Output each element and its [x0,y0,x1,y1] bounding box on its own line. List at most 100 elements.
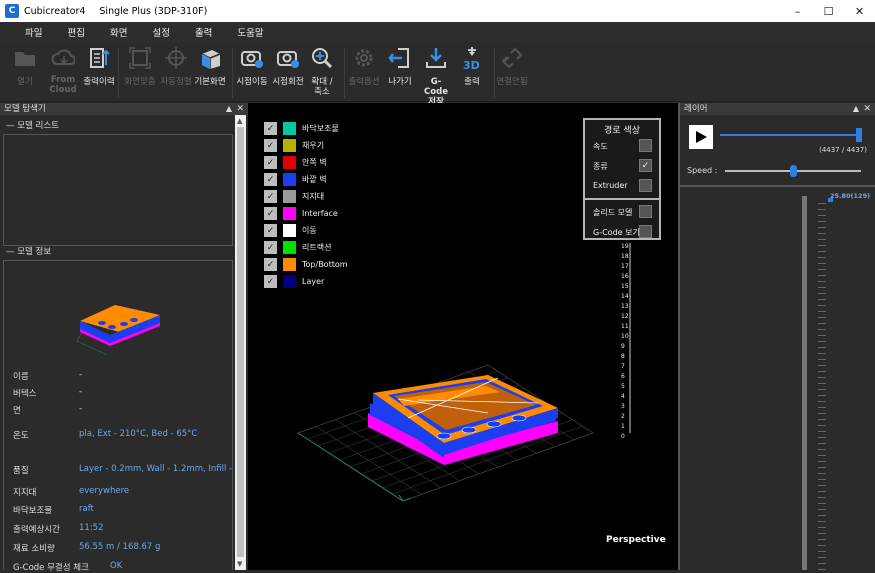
default-view-button[interactable]: 기본화면 [188,46,232,87]
checkbox-icon[interactable]: ✓ [264,275,277,288]
menu-view[interactable]: 화면 [110,25,127,39]
layer-tick [818,437,826,438]
checkbox-icon[interactable]: ✓ [264,241,277,254]
legend-item-outer-wall[interactable]: ✓ 바깥 벽 [264,173,327,186]
info-label-faces: 면 [13,406,21,416]
legend-item-interface[interactable]: ✓ Interface [264,207,338,220]
checkbox-icon[interactable]: ✓ [264,258,277,271]
layer-tick [818,539,826,540]
layer-tick [818,509,826,510]
info-value-vertex: - [79,387,83,397]
menu-settings[interactable]: 설정 [152,25,169,39]
layer-tick [818,311,826,312]
layer-tick [818,203,826,204]
layer-tick [818,485,826,486]
ruler-tick-label: 13 [621,303,629,310]
path-color-speed-checkbox[interactable] [639,139,652,152]
minimize-button[interactable]: – [782,0,813,22]
print-button[interactable]: 3D 출력 [450,46,494,87]
pin-icon[interactable]: ▲ [853,103,859,115]
legend-item-retraction[interactable]: ✓ 리트랙션 [264,241,331,254]
info-label-gcode-check: G-Code 무결성 체크 [13,563,89,573]
model-list[interactable] [3,134,233,246]
layer-slider-track[interactable] [802,196,807,570]
scroll-down-icon[interactable]: ▼ [237,560,242,568]
layer-tick [818,491,826,492]
path-color-extruder-label: Extruder [593,181,628,190]
layer-tick [818,461,826,462]
pin-icon[interactable]: ▲ [226,103,232,115]
layer-panel: 레이어 ▲ ✕ (4437 / 4437) Speed : 25.80(129) [678,103,875,570]
checkbox-icon[interactable]: ✓ [264,207,277,220]
layer-tick [818,209,826,210]
gcode-view-checkbox[interactable] [639,225,652,238]
checkbox-icon[interactable]: ✓ [264,173,277,186]
ruler-tick-label: 8 [621,353,625,360]
layer-tick [818,341,826,342]
close-panel-icon[interactable]: ✕ [236,103,244,115]
layer-tick [818,257,826,258]
3d-viewport[interactable]: ✓ 바닥보조물 ✓ 채우기 ✓ 안쪽 벽 ✓ 바깥 벽 ✓ 지지대 ✓ Interface … [248,103,678,570]
checkbox-icon[interactable]: ✓ [264,190,277,203]
left-scrollbar[interactable]: ▲ ▼ [235,115,246,570]
camera-rotate-icon [276,46,300,70]
layer-tick [818,449,826,450]
play-button[interactable] [689,125,713,149]
checkbox-icon[interactable]: ✓ [264,139,277,152]
legend-swatch [283,156,296,169]
close-panel-icon[interactable]: ✕ [863,103,871,115]
path-color-type-checkbox[interactable]: ✓ [639,159,652,172]
ruler-tick-label: 2 [621,413,625,420]
history-icon [87,46,111,70]
layer-tick [818,287,826,288]
solid-model-checkbox[interactable] [639,205,652,218]
legend-item-inner-wall[interactable]: ✓ 안쪽 벽 [264,156,327,169]
progress-text: (4437 / 4437) [819,146,867,154]
info-value-name: - [79,370,83,380]
layer-tick [818,407,826,408]
info-value-support: everywhere [79,486,130,496]
layer-tick [818,359,826,360]
layer-tick [818,371,826,372]
progress-thumb[interactable] [856,128,862,142]
legend-item-travel[interactable]: ✓ 이동 [264,224,317,237]
legend-item-layer[interactable]: ✓ Layer [264,275,324,288]
menu-print[interactable]: 출력 [195,25,212,39]
checkbox-icon[interactable]: ✓ [264,156,277,169]
speed-thumb[interactable] [790,165,797,177]
speed-slider[interactable] [725,165,861,177]
connect-button[interactable]: 연결안됨 [490,46,534,87]
history-button[interactable]: 출력이력 [77,46,121,87]
layer-tick [818,455,826,456]
menu-file[interactable]: 파일 [25,25,42,39]
speed-label: Speed : [687,166,718,175]
checkbox-icon[interactable]: ✓ [264,224,277,237]
legend-swatch [283,241,296,254]
ruler-tick-label: 4 [621,393,625,400]
close-button[interactable]: ✕ [844,0,875,22]
checkbox-icon[interactable]: ✓ [264,122,277,135]
layer-slider-thumb[interactable] [828,198,833,202]
model-list-header: — 모델 리스트 [6,121,60,131]
legend-swatch [283,122,296,135]
layer-tick [818,251,826,252]
scroll-thumb[interactable] [237,127,244,557]
layer-value-label: 25.80(129) [830,192,871,200]
scroll-up-icon[interactable]: ▲ [237,117,242,125]
layer-tick [818,299,826,300]
legend-item-support[interactable]: ✓ 지지대 [264,190,324,203]
legend-item-raft[interactable]: ✓ 바닥보조물 [264,122,339,135]
menu-help[interactable]: 도움말 [237,25,263,39]
layer-tick [818,329,826,330]
legend-item-infill[interactable]: ✓ 채우기 [264,139,324,152]
info-label-quality: 품질 [13,466,29,476]
zoom-button[interactable]: 확대 / 축소 [300,46,344,97]
path-color-extruder-checkbox[interactable] [639,179,652,192]
progress-slider[interactable] [720,128,862,142]
maximize-button[interactable]: ☐ [813,0,844,22]
ruler-tick-label: 16 [621,273,629,280]
exit-icon [388,46,412,70]
legend-item-top-bottom[interactable]: ✓ Top/Bottom [264,258,348,271]
app-logo-icon: C [5,4,19,18]
menu-edit[interactable]: 편집 [67,25,84,39]
